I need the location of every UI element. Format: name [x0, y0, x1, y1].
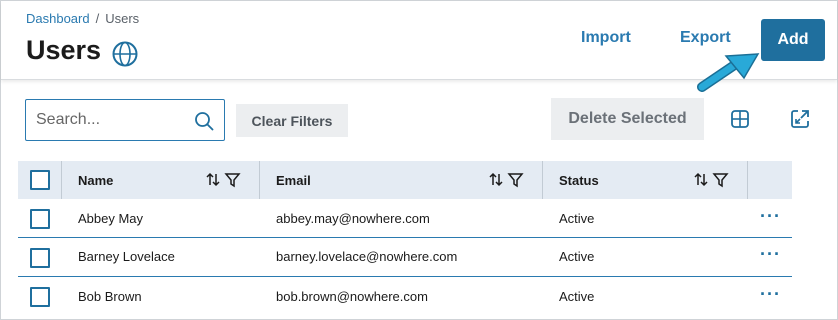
status-sort-filter-icons — [694, 172, 729, 188]
cell-name: Barney Lovelace — [78, 249, 175, 264]
column-divider — [259, 161, 260, 199]
row-checkbox[interactable] — [30, 209, 50, 229]
sort-icon[interactable] — [489, 172, 503, 187]
breadcrumb-dashboard-link[interactable]: Dashboard — [26, 11, 90, 26]
grid-icon[interactable] — [729, 108, 751, 130]
filter-icon[interactable] — [507, 173, 524, 188]
select-all-checkbox[interactable] — [30, 170, 50, 190]
column-divider — [61, 161, 62, 199]
column-header-email[interactable]: Email — [276, 161, 311, 199]
search-field — [25, 99, 225, 141]
expand-icon[interactable] — [789, 108, 811, 130]
column-divider — [542, 161, 543, 199]
row-actions-menu-button[interactable]: ··· — [760, 285, 781, 303]
clear-filters-button[interactable]: Clear Filters — [236, 104, 348, 137]
add-button[interactable]: Add — [761, 19, 825, 61]
email-sort-filter-icons — [489, 172, 524, 188]
filter-icon[interactable] — [224, 173, 241, 188]
arrow-pointer-icon — [697, 53, 760, 92]
name-sort-filter-icons — [206, 172, 241, 188]
cell-name: Bob Brown — [78, 289, 142, 304]
cell-name: Abbey May — [78, 211, 144, 226]
sort-icon[interactable] — [206, 172, 220, 187]
cell-email: bob.brown@nowhere.com — [276, 289, 428, 304]
search-icon[interactable] — [194, 111, 214, 131]
delete-selected-button[interactable]: Delete Selected — [551, 98, 704, 140]
row-actions-menu-button[interactable]: ··· — [760, 245, 781, 263]
breadcrumb-separator: / — [95, 11, 100, 26]
column-divider — [747, 161, 748, 199]
cell-email: barney.lovelace@nowhere.com — [276, 249, 458, 264]
table-header-row: Name Email Status — [18, 161, 792, 199]
cell-status: Active — [559, 249, 595, 264]
export-button[interactable]: Export — [680, 29, 731, 47]
column-header-status[interactable]: Status — [559, 161, 599, 199]
globe-icon — [112, 41, 138, 67]
filter-icon[interactable] — [712, 173, 729, 188]
cell-status: Active — [559, 211, 595, 226]
search-input[interactable] — [36, 111, 186, 129]
import-button[interactable]: Import — [581, 29, 631, 47]
cell-status: Active — [559, 289, 595, 304]
column-header-name[interactable]: Name — [78, 161, 113, 199]
breadcrumb-current: Users — [105, 11, 140, 26]
page-title: Users — [26, 35, 102, 65]
row-actions-menu-button[interactable]: ··· — [760, 207, 781, 225]
breadcrumb: Dashboard / Users — [26, 11, 139, 26]
row-checkbox[interactable] — [30, 248, 50, 268]
row-checkbox[interactable] — [30, 287, 50, 307]
table-row[interactable]: Barney Lovelace barney.lovelace@nowhere.… — [18, 238, 792, 277]
table-row[interactable]: Abbey May abbey.may@nowhere.com Active ·… — [18, 199, 792, 238]
sort-icon[interactable] — [694, 172, 708, 187]
table-row[interactable]: Bob Brown bob.brown@nowhere.com Active ·… — [18, 278, 792, 317]
cell-email: abbey.may@nowhere.com — [276, 211, 430, 226]
